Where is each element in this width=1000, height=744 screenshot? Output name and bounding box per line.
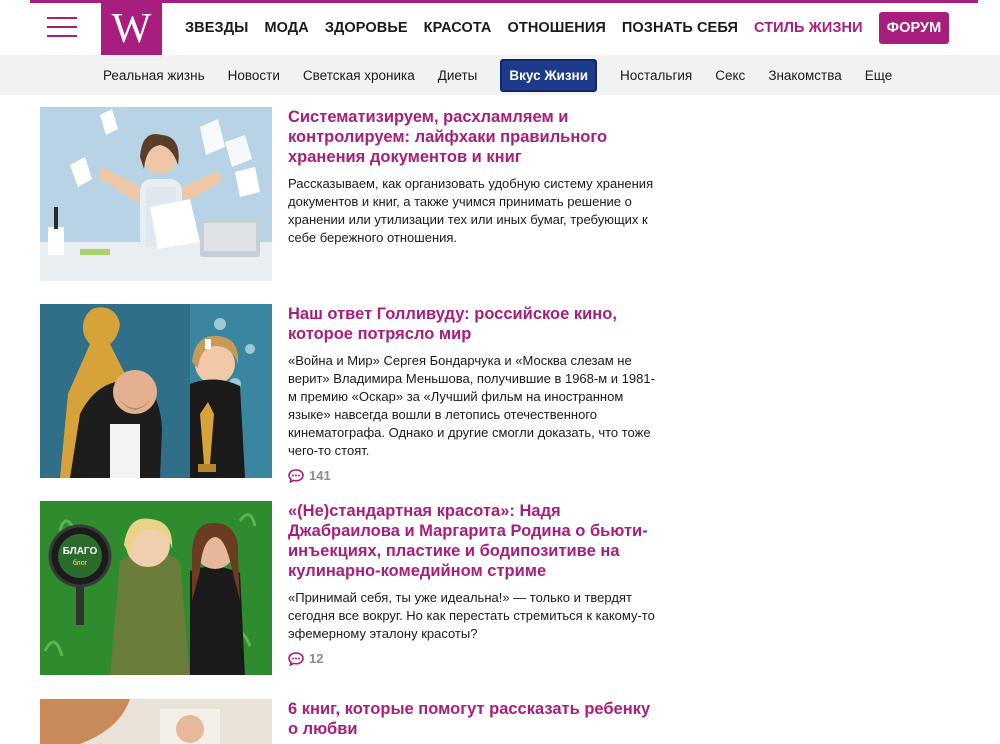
subnav-dating[interactable]: Знакомства <box>768 68 841 83</box>
article-image[interactable] <box>40 699 272 744</box>
article-image[interactable] <box>40 304 272 478</box>
blago-badge-subtitle: блог <box>73 559 88 567</box>
article-title[interactable]: Систематизируем, расхламляем и контролир… <box>288 107 660 167</box>
nav-relationships[interactable]: ОТНОШЕНИЯ <box>508 20 606 36</box>
comment-icon <box>288 468 304 483</box>
article-card: 6 книг, которые помогут рассказать ребен… <box>40 699 660 744</box>
nav-lifestyle[interactable]: СТИЛЬ ЖИЗНИ <box>754 20 863 36</box>
comment-count[interactable]: 141 <box>288 468 660 483</box>
comment-count-value: 141 <box>309 468 331 483</box>
forum-button[interactable]: ФОРУМ <box>878 12 950 44</box>
subnav-taste-of-life[interactable]: Вкус Жизни <box>500 58 597 92</box>
comment-count-value: 12 <box>309 651 324 666</box>
article-card: Наш ответ Голливуду: российское кино, ко… <box>40 304 660 483</box>
article-excerpt: «Принимай себя, ты уже идеальна!» — толь… <box>288 590 655 641</box>
subnav-news[interactable]: Новости <box>228 68 280 83</box>
comment-count[interactable]: 12 <box>288 651 660 666</box>
subnav-nostalgia[interactable]: Ностальгия <box>620 68 692 83</box>
main-nav: ЗВЕЗДЫ МОДА ЗДОРОВЬЕ КРАСОТА ОТНОШЕНИЯ П… <box>185 12 950 44</box>
article-card: БЛАГО блог «(Не)стандартная красота»: На… <box>40 501 660 677</box>
article-excerpt: Рассказываем, как организовать удобную с… <box>288 176 654 245</box>
article-title[interactable]: «(Не)стандартная красота»: Надя Джабраил… <box>288 501 660 581</box>
nav-health[interactable]: ЗДОРОВЬЕ <box>325 20 408 36</box>
subnav-diets[interactable]: Диеты <box>438 68 478 83</box>
article-excerpt: «Война и Мир» Сергея Бондарчука и «Москв… <box>288 353 655 458</box>
subnav-society[interactable]: Светская хроника <box>303 68 415 83</box>
blago-badge-title: БЛАГО <box>63 546 98 557</box>
comment-icon <box>288 651 304 666</box>
sub-nav: Реальная жизнь Новости Светская хроника … <box>0 55 1000 95</box>
menu-icon[interactable] <box>47 15 77 39</box>
subnav-more[interactable]: Еще <box>865 68 892 83</box>
nav-beauty[interactable]: КРАСОТА <box>424 20 492 36</box>
article-title[interactable]: Наш ответ Голливуду: российское кино, ко… <box>288 304 660 344</box>
article-image[interactable] <box>40 107 272 281</box>
nav-fashion[interactable]: МОДА <box>264 20 308 36</box>
subnav-real-life[interactable]: Реальная жизнь <box>103 68 205 83</box>
article-card: Систематизируем, расхламляем и контролир… <box>40 107 660 281</box>
nav-know-yourself[interactable]: ПОЗНАТЬ СЕБЯ <box>622 20 738 36</box>
nav-stars[interactable]: ЗВЕЗДЫ <box>185 20 248 36</box>
subnav-sex[interactable]: Секс <box>715 68 745 83</box>
article-image[interactable]: БЛАГО блог <box>40 501 272 675</box>
article-title[interactable]: 6 книг, которые помогут рассказать ребен… <box>288 699 660 739</box>
top-accent-stripe <box>30 0 978 3</box>
site-logo[interactable]: W <box>101 3 162 55</box>
